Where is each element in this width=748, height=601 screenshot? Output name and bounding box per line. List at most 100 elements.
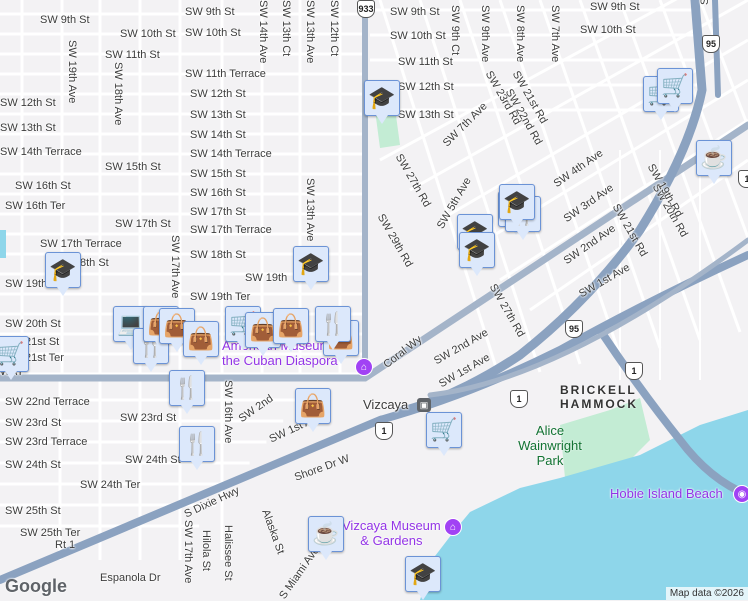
street-label: SW 24th St: [5, 459, 61, 471]
cart-icon: 🛒: [0, 341, 25, 366]
camera-icon[interactable]: ◉: [733, 485, 748, 503]
school-marker[interactable]: 🎓: [499, 184, 535, 228]
school-marker[interactable]: 🎓: [293, 246, 329, 290]
street-label: SW 13th St: [0, 122, 56, 134]
museum-icon[interactable]: ⌂: [444, 518, 462, 536]
street-label: SW 23rd St: [120, 412, 177, 424]
street-label: Hilola St: [200, 530, 212, 571]
street-label: SW 10th St: [120, 28, 176, 40]
coffee-icon: ☕: [700, 145, 728, 170]
school-icon: 🎓: [49, 257, 77, 282]
street-label: SW 3rd Ave: [699, 0, 711, 5]
restaurant-marker[interactable]: 🍴: [169, 370, 205, 414]
shopping-icon: 👜: [299, 393, 327, 418]
street-label: SW 17th St: [115, 218, 171, 230]
street-label: SW 23rd Terrace: [5, 436, 88, 448]
school-marker[interactable]: 🎓: [45, 252, 81, 296]
shopping-marker[interactable]: 👜: [183, 321, 219, 365]
map-attribution[interactable]: Map data ©2026: [665, 587, 748, 600]
street-label: SW 11th St: [105, 49, 160, 61]
cart-icon: 🛒: [661, 73, 689, 98]
restaurant-marker[interactable]: 🍴: [179, 426, 215, 470]
restaurant-icon: 🍴: [319, 311, 347, 336]
coffee-icon: ☕: [312, 521, 340, 546]
coffee-marker[interactable]: ☕: [308, 516, 344, 560]
museum-icon[interactable]: ⌂: [355, 358, 373, 376]
vizcaya-station-label[interactable]: Vizcaya: [363, 397, 408, 412]
school-marker[interactable]: 🎓: [459, 232, 495, 276]
park-label[interactable]: Alice Wainwright Park: [510, 423, 590, 468]
street-label: SW 12th Ct: [328, 0, 340, 57]
shopping-marker[interactable]: 👜: [273, 308, 309, 352]
route-shield-1: 1: [375, 422, 393, 440]
street-label: 8th St: [80, 257, 109, 269]
street-label: SW 9th St: [185, 6, 235, 18]
cart-icon: 🛒: [430, 417, 458, 442]
street-label: SW 9th St: [40, 14, 90, 26]
street-label: SW 9th Ct: [449, 5, 461, 56]
street-label: SW 16th Ter: [5, 200, 66, 212]
shopping-marker[interactable]: 👜: [295, 388, 331, 432]
street-label: SW 17th Terrace: [40, 238, 122, 250]
street-label: Halissee St: [222, 525, 234, 581]
neighborhood-label: BRICKELL HAMMOCK: [560, 383, 638, 411]
street-label: SW 18th St: [190, 249, 246, 261]
route-shield-1: 1: [625, 362, 643, 380]
hobie-beach-label[interactable]: Hobie Island Beach: [610, 486, 723, 501]
shopping-icon: 👜: [277, 313, 305, 338]
vizcaya-museum-label[interactable]: Vizcaya Museum & Gardens: [342, 518, 441, 548]
street-label: SW 20th St: [5, 318, 61, 330]
restaurant-marker[interactable]: 🍴: [315, 306, 351, 350]
street-label: SW 14th Ave: [257, 0, 269, 64]
train-icon[interactable]: ▣: [417, 398, 431, 412]
street-label: 21st St: [25, 336, 60, 348]
street-label: SW 17th Ave: [169, 235, 181, 299]
route-shield-95: 95: [565, 320, 583, 338]
street-label: SW 11th St: [398, 56, 453, 68]
street-label: SW 13th Ave: [304, 0, 316, 64]
street-label: SW 14th St: [190, 129, 246, 141]
street-label: SW 10th St: [390, 30, 446, 42]
street-label: SW 17th Ave: [182, 520, 194, 584]
street-label: SW 12th St: [0, 97, 56, 109]
park-line: Park: [536, 453, 564, 468]
cart-marker[interactable]: 🛒: [657, 68, 693, 112]
street-label: SW 7th Ave: [549, 5, 561, 63]
park-line: Wainwright: [518, 438, 582, 453]
street-label: SW 11th Terrace: [185, 68, 266, 80]
street-label: SW 15th St: [105, 161, 161, 173]
street-label: SW 23rd St: [5, 417, 62, 429]
street-label: SW 15th St: [190, 168, 246, 180]
google-logo: Google: [5, 576, 67, 596]
street-label: SW 13th St: [190, 109, 246, 121]
cart-marker[interactable]: 🛒: [0, 336, 29, 380]
street-label: SW 14th Terrace: [0, 146, 82, 158]
street-label: SW 24th St: [125, 454, 181, 466]
street-label: SW 13th St: [398, 109, 454, 121]
school-marker[interactable]: 🎓: [405, 556, 441, 600]
street-label: SW 12th St: [398, 81, 454, 93]
school-icon: 🎓: [297, 251, 325, 276]
street-label: SW 19th: [245, 272, 288, 284]
street-label: SW 24th Ter: [80, 479, 141, 491]
coffee-marker[interactable]: ☕: [696, 140, 732, 184]
vizcaya-museum-line: & Gardens: [360, 533, 423, 548]
street-label: SW 25th St: [5, 505, 61, 517]
cart-marker[interactable]: 🛒: [426, 412, 462, 456]
street-label: Rt 1: [55, 539, 76, 551]
street-label: SW 9th Ave: [479, 5, 491, 63]
street-label: SW 19th Ter: [190, 291, 251, 303]
street-label: SW 18th Ave: [112, 62, 124, 126]
school-marker[interactable]: 🎓: [364, 80, 400, 124]
route-shield-1: 1: [510, 390, 528, 408]
street-label: SW 9th St: [390, 6, 440, 18]
street-label: SW 10th St: [185, 27, 241, 39]
school-icon: 🎓: [503, 189, 531, 214]
restaurant-icon: 🍴: [173, 375, 201, 400]
street-label: SW 14th Terrace: [190, 148, 272, 160]
street-label: SW 13th Ct: [280, 0, 292, 57]
street-label: SW 12th St: [190, 88, 246, 100]
route-shield-1: 1: [738, 170, 748, 188]
street-label: SW 10th St: [580, 24, 636, 36]
street-label: SW 22nd Terrace: [5, 396, 90, 408]
